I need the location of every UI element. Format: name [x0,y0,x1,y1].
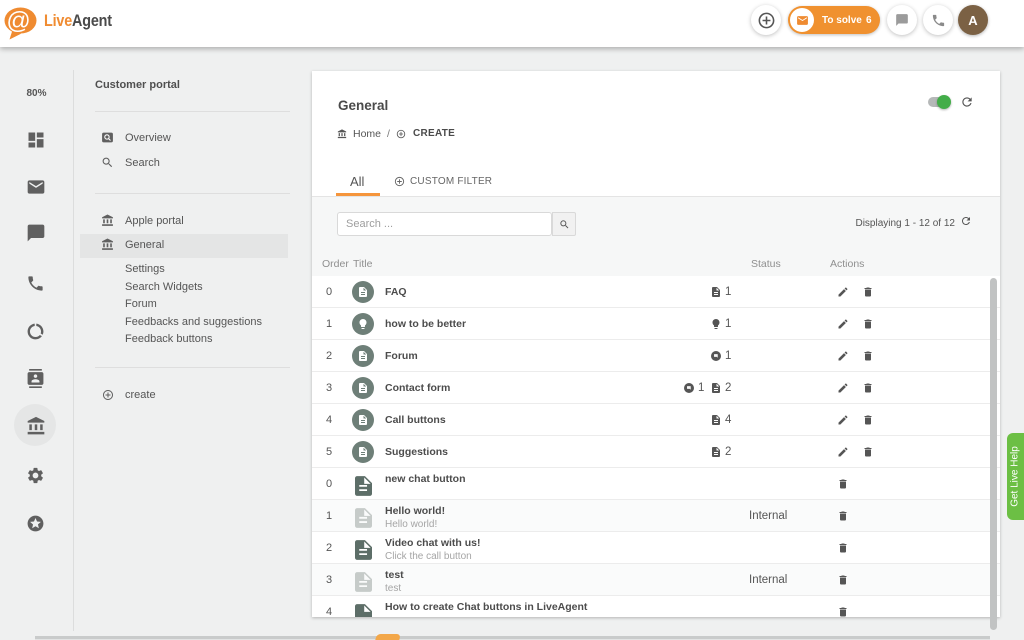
svg-text:@: @ [6,8,30,35]
